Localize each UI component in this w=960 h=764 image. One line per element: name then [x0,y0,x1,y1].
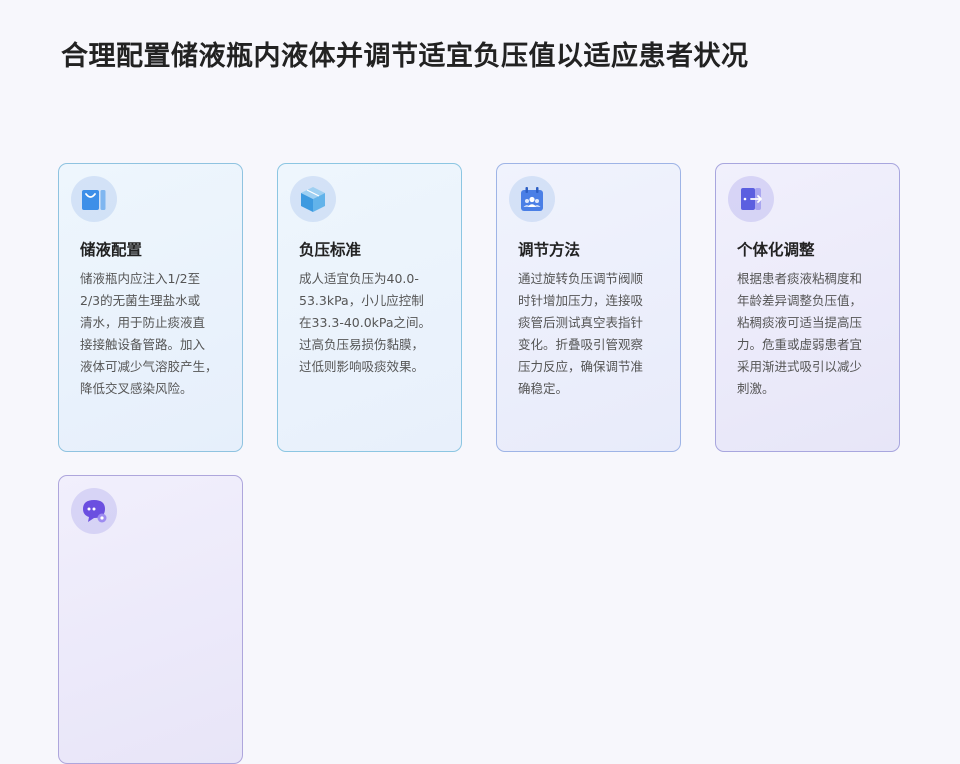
text-line: 清水，用于防止痰液直 [80,315,206,330]
card-title: 储液配置 [80,241,143,259]
text-line: 在33.3-40.0kPa之间。 [299,315,432,330]
text-line: 粘稠痰液可适当提高压 [737,315,863,330]
bag-icon [71,176,117,222]
text-line: 时针增加压力，连接吸 [518,293,644,308]
text-line: 年龄差异调整负压值， [737,293,863,308]
card-adjust-method: 调节方法 通过旋转负压调节阀顺 时针增加压力，连接吸 痰管后测试真空表指针 变化… [496,163,681,452]
text-line: 储液瓶内应注入1/2至 [80,271,201,286]
chat-gear-icon [71,488,117,534]
text-line: 接接触设备管路。加入 [80,337,206,352]
card-storage-config: 储液配置 储液瓶内应注入1/2至 2/3的无菌生理盐水或 清水，用于防止痰液直 … [58,163,243,452]
card-title: 负压标准 [299,241,362,259]
text-line: 过低则影响吸痰效果。 [299,359,425,374]
text-line: 确稳定。 [518,381,569,396]
text-line: 液体可减少气溶胶产生， [80,359,218,374]
text-line: 成人适宜负压为40.0- [299,271,419,286]
door-exit-icon [728,176,774,222]
card-description: 通过旋转负压调节阀顺 时针增加压力，连接吸 痰管后测试真空表指针 变化。折叠吸引… [518,268,666,400]
page-title: 合理配置储液瓶内液体并调节适宜负压值以适应患者状况 [61,41,749,72]
card-fifth [58,475,243,764]
card-title: 个体化调整 [737,241,815,259]
text-line: 根据患者痰液粘稠度和 [737,271,863,286]
card-description: 储液瓶内应注入1/2至 2/3的无菌生理盐水或 清水，用于防止痰液直 接接触设备… [80,268,228,400]
text-line: 降低交叉感染风险。 [80,381,193,396]
text-line: 通过旋转负压调节阀顺 [518,271,644,286]
card-title: 调节方法 [518,241,581,259]
text-line: 刺激。 [737,381,775,396]
text-line: 痰管后测试真空表指针 [518,315,644,330]
text-line: 采用渐进式吸引以减少 [737,359,863,374]
text-line: 力。危重或虚弱患者宜 [737,337,863,352]
text-line: 变化。折叠吸引管观察 [518,337,644,352]
card-personalized-adjust: 个体化调整 根据患者痰液粘稠度和 年龄差异调整负压值， 粘稠痰液可适当提高压 力… [715,163,900,452]
text-line: 2/3的无菌生理盐水或 [80,293,201,308]
text-line: 53.3kPa，小儿应控制 [299,293,424,308]
text-line: 压力反应，确保调节准 [518,359,644,374]
card-description: 成人适宜负压为40.0- 53.3kPa，小儿应控制 在33.3-40.0kPa… [299,268,447,378]
calendar-team-icon [509,176,555,222]
card-pressure-standard: 负压标准 成人适宜负压为40.0- 53.3kPa，小儿应控制 在33.3-40… [277,163,462,452]
box-icon [290,176,336,222]
text-line: 过高负压易损伤黏膜， [299,337,425,352]
card-description: 根据患者痰液粘稠度和 年龄差异调整负压值， 粘稠痰液可适当提高压 力。危重或虚弱… [737,268,885,400]
